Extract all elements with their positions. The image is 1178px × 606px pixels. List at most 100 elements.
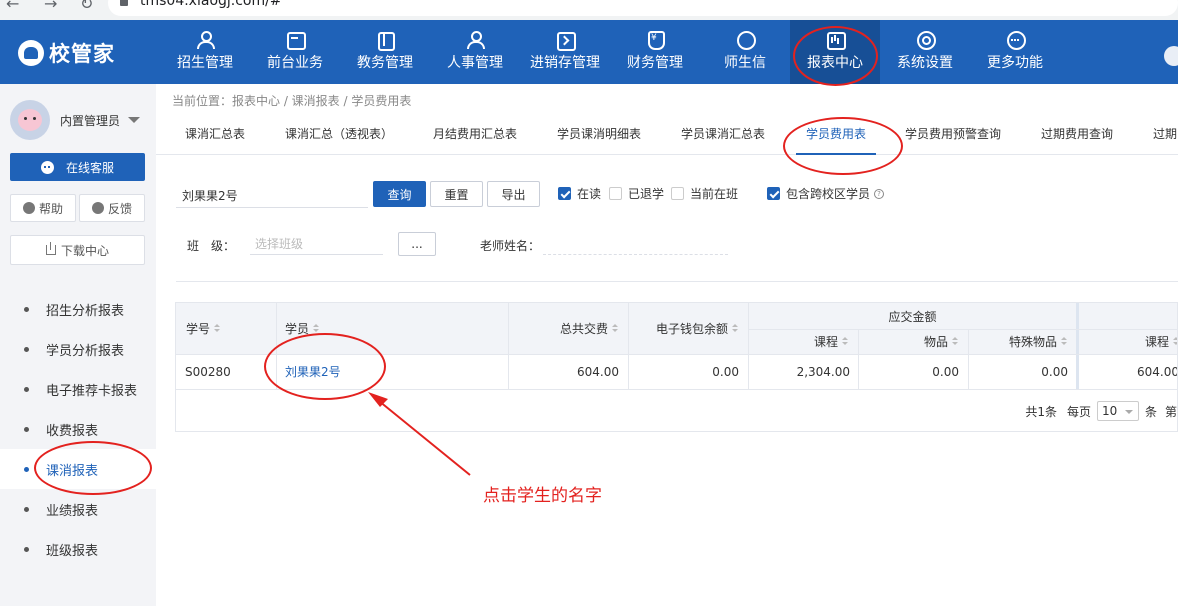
header-student-no[interactable]: 学号 — [176, 303, 276, 354]
checkbox-checked-icon — [558, 187, 571, 200]
nav-item-inventory[interactable]: 进销存管理 — [524, 20, 606, 84]
sidebar-item-consumption-report[interactable]: 课消报表 — [0, 449, 156, 489]
sidebar-item-label: 电子推荐卡报表 — [46, 383, 138, 399]
cell-wallet-balance: 0.00 — [712, 364, 739, 379]
sidebar: 内置管理员 在线客服 帮助 反馈 下载中心 招生分析报表 学员分析报表 电子推荐… — [0, 84, 156, 606]
header-course-2[interactable]: 课程 — [1077, 329, 1177, 354]
nav-item-hr[interactable]: 人事管理 — [436, 20, 514, 84]
cross-campus-checkbox[interactable]: 包含跨校区学员 ? — [767, 185, 885, 202]
nav-item-messages[interactable]: 师生信 — [706, 20, 784, 84]
cell-student: 刘果果2号 — [276, 354, 508, 389]
nav-item-settings[interactable]: 系统设置 — [886, 20, 964, 84]
nav-item-label: 更多功能 — [987, 55, 1043, 71]
header-amount-due-group: 应交金额 — [748, 303, 1077, 329]
class-select-input[interactable] — [250, 233, 383, 255]
sort-icon — [732, 324, 738, 333]
reload-icon[interactable]: ↻ — [80, 0, 93, 13]
divider — [176, 281, 1178, 282]
user-profile[interactable]: 内置管理员 — [10, 100, 141, 140]
tab-consumption-summary[interactable]: 课消汇总表 — [185, 114, 245, 155]
tab-student-fees[interactable]: 学员费用表 — [796, 114, 877, 155]
grid-line — [176, 389, 1177, 390]
tab-consumption-pivot[interactable]: 课消汇总（透视表） — [285, 114, 393, 155]
sidebar-item-referral-card-report[interactable]: 电子推荐卡报表 — [0, 369, 156, 409]
bullet-icon — [24, 346, 29, 352]
tab-fee-warning-query[interactable]: 学员费用预警查询 — [905, 114, 1001, 155]
tab-student-consumption-detail[interactable]: 学员课消明细表 — [557, 114, 641, 155]
page-size-select[interactable]: 10 — [1096, 401, 1139, 421]
sidebar-item-label: 业绩报表 — [46, 503, 99, 519]
nav-item-label: 进销存管理 — [530, 55, 600, 71]
reset-button[interactable]: 重置 — [430, 181, 483, 207]
breadcrumb: 当前位置：报表中心 / 课消报表 / 学员费用表 — [172, 94, 412, 108]
checkbox-label: 在读 — [577, 187, 602, 201]
grid-line — [858, 329, 859, 389]
back-arrow-icon[interactable]: ← — [6, 0, 19, 13]
query-button[interactable]: 查询 — [373, 181, 426, 207]
question-icon[interactable]: ? — [874, 188, 885, 199]
enrolled-checkbox[interactable]: 在读 — [558, 185, 601, 202]
online-service-label: 在线客服 — [65, 160, 114, 175]
nav-item-label: 招生管理 — [177, 55, 233, 71]
bullet-icon — [24, 466, 29, 472]
forward-arrow-icon[interactable]: → — [44, 0, 57, 13]
sidebar-item-label: 收费报表 — [46, 423, 99, 439]
feedback-button[interactable]: 反馈 — [79, 194, 145, 222]
student-fee-table: 学号 学员 总共交费 电子钱包余额 应交金额 课程 物品 特殊物品 课程 S00… — [175, 302, 1178, 432]
header-wallet-balance[interactable]: 电子钱包余额 — [628, 303, 748, 354]
grid-line — [1076, 303, 1079, 389]
header-total-paid[interactable]: 总共交费 — [508, 303, 628, 354]
nav-item-front-desk[interactable]: 前台业务 — [256, 20, 334, 84]
download-icon — [45, 242, 56, 255]
person-icon — [465, 31, 485, 49]
settings-icon — [915, 31, 936, 50]
pager-tail: 第 — [1164, 404, 1177, 419]
monitor-icon — [285, 31, 306, 50]
sidebar-item-class-report[interactable]: 班级报表 — [0, 529, 156, 569]
nav-item-reports[interactable]: 报表中心 — [790, 20, 880, 84]
sort-icon — [214, 324, 221, 333]
question-icon — [22, 202, 35, 214]
teacher-name-input[interactable] — [543, 233, 728, 255]
tab-student-consumption-summary[interactable]: 学员课消汇总表 — [681, 114, 765, 155]
export-button[interactable]: 导出 — [487, 181, 540, 207]
online-service-button[interactable]: 在线客服 — [10, 153, 145, 181]
nav-item-enrollment[interactable]: 招生管理 — [166, 20, 244, 84]
cell-total-paid: 604.00 — [577, 364, 619, 379]
header-goods[interactable]: 物品 — [858, 329, 968, 354]
tab-expired-fee-query[interactable]: 过期费用查询 — [1041, 114, 1113, 155]
checkbox-label: 包含跨校区学员 — [786, 187, 871, 201]
logo-icon — [18, 40, 44, 66]
header-special-goods[interactable]: 特殊物品 — [968, 329, 1077, 354]
user-menu-avatar[interactable] — [1164, 46, 1178, 66]
pager-unit: 条 — [1144, 404, 1157, 419]
nav-item-finance[interactable]: 财务管理 — [616, 20, 694, 84]
tab-expired-truncated[interactable]: 过期 — [1153, 114, 1177, 155]
in-class-checkbox[interactable]: 当前在班 — [671, 185, 738, 202]
download-center-button[interactable]: 下载中心 — [10, 235, 145, 265]
help-button[interactable]: 帮助 — [10, 194, 76, 222]
header-student[interactable]: 学员 — [276, 303, 508, 354]
grid-line — [176, 354, 1177, 355]
address-url[interactable]: tms04.xiaogj.com/# — [140, 0, 282, 9]
student-search-input[interactable] — [176, 184, 368, 208]
report-tabs: 课消汇总表 课消汇总（透视表） 月结费用汇总表 学员课消明细表 学员课消汇总表 … — [156, 114, 1178, 155]
sidebar-item-fee-report[interactable]: 收费报表 — [0, 409, 156, 449]
brand-logo[interactable]: 校管家 — [18, 38, 115, 68]
finance-icon — [645, 31, 665, 50]
pager-per-page-label: 每页 — [1066, 404, 1091, 419]
sidebar-item-student-report[interactable]: 学员分析报表 — [0, 329, 156, 369]
tab-monthly-fee-summary[interactable]: 月结费用汇总表 — [433, 114, 517, 155]
class-picker-button[interactable]: ... — [398, 232, 436, 256]
student-name-link[interactable]: 刘果果2号 — [285, 363, 341, 380]
header-course[interactable]: 课程 — [748, 329, 858, 354]
browser-toolbar: ← → ↻ tms04.xiaogj.com/# — [0, 0, 1178, 20]
sidebar-item-enrollment-report[interactable]: 招生分析报表 — [0, 289, 156, 329]
sidebar-item-performance-report[interactable]: 业绩报表 — [0, 489, 156, 529]
withdrawn-checkbox[interactable]: 已退学 — [609, 185, 664, 202]
header-label: 物品 — [923, 335, 948, 349]
nav-item-academic[interactable]: 教务管理 — [346, 20, 424, 84]
teacher-label: 老师姓名： — [480, 239, 541, 253]
nav-item-more[interactable]: 更多功能 — [976, 20, 1054, 84]
sort-icon — [1173, 337, 1177, 346]
